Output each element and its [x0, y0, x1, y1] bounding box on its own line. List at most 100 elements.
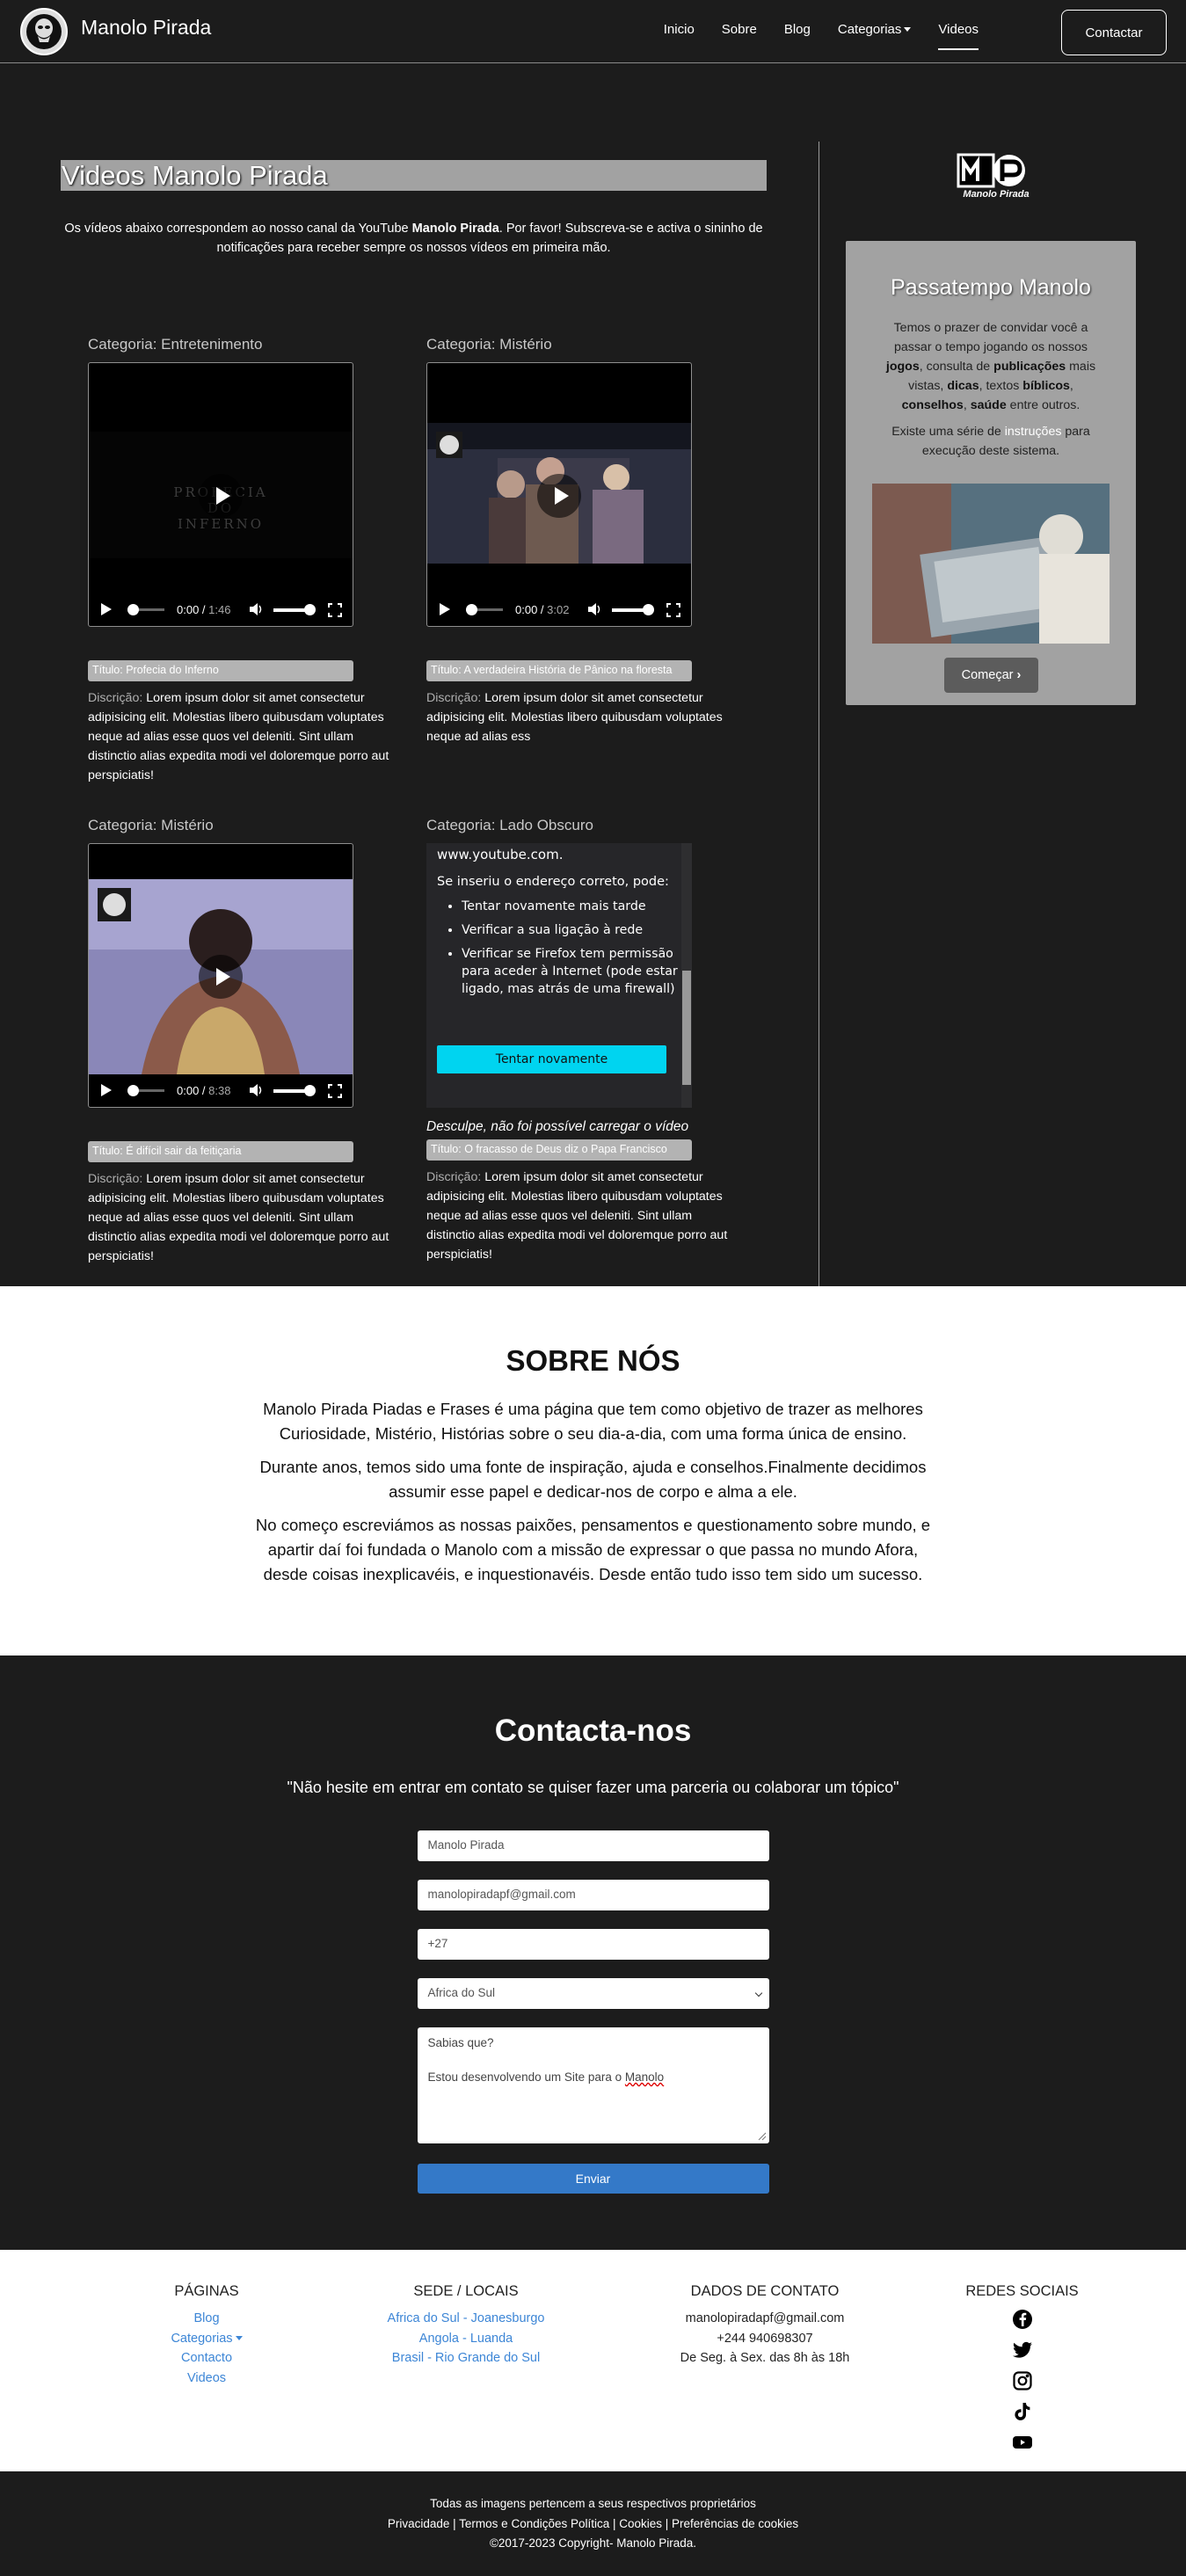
- desc-label: Discrição:: [426, 691, 482, 705]
- caret-down-icon: [235, 2335, 243, 2340]
- facebook-icon[interactable]: [1012, 2309, 1033, 2330]
- intro-channel: Manolo Pirada: [411, 222, 499, 236]
- video-duration: 8:38: [208, 1084, 231, 1097]
- play-overlay-icon[interactable]: [537, 474, 581, 518]
- video-description: Discrição: Lorem ipsum dolor sit amet co…: [88, 688, 404, 785]
- video-category: Categoria: Lado Obscuro: [426, 817, 593, 833]
- send-button[interactable]: Enviar: [417, 2164, 769, 2194]
- nav-link-categorias-label: Categorias: [837, 22, 902, 37]
- message-line: Estou desenvolvendo um Site para o Manol…: [428, 2069, 759, 2085]
- video-category: Categoria: Mistério: [88, 817, 214, 833]
- nav-link-inicio[interactable]: Inicio: [664, 22, 695, 50]
- play-icon[interactable]: [101, 1084, 112, 1096]
- play-overlay-icon[interactable]: [199, 955, 243, 999]
- policy-links[interactable]: Privacidade | Termos e Condições Polític…: [0, 2514, 1186, 2535]
- tiktok-icon[interactable]: [1012, 2401, 1033, 2422]
- video-duration: 1:46: [208, 603, 231, 616]
- volume-slider[interactable]: [612, 608, 647, 612]
- volume-icon[interactable]: [587, 602, 601, 616]
- video-player[interactable]: 0:00 / 8:38: [88, 843, 353, 1108]
- video-category: Categoria: Mistério: [426, 336, 552, 353]
- footer-link-categorias[interactable]: Categorias: [139, 2329, 274, 2349]
- nav-link-categorias[interactable]: Categorias: [838, 22, 912, 50]
- seek-handle[interactable]: [127, 604, 139, 615]
- volume-slider[interactable]: [273, 608, 309, 612]
- fullscreen-icon[interactable]: [666, 603, 680, 617]
- videos-section: Manolo Pirada Videos Manolo Pirada Os ví…: [0, 63, 1186, 1286]
- footer-heading: PÁGINAS: [174, 2283, 239, 2299]
- phone-field[interactable]: +27: [417, 1929, 769, 1960]
- seek-handle[interactable]: [127, 1085, 139, 1096]
- volume-icon[interactable]: [249, 602, 263, 616]
- error-list-item: Verificar a sua ligação à rede: [462, 921, 692, 939]
- start-button-label: Começar: [961, 668, 1014, 682]
- fullscreen-icon[interactable]: [328, 603, 342, 617]
- contact-form: Manolo Pirada manolopiradapf@gmail.com +…: [417, 1830, 769, 2194]
- footer-link-blog[interactable]: Blog: [139, 2309, 274, 2329]
- video-card: Categoria: Mistério 0:00 / 3:02 Título: …: [426, 336, 723, 746]
- videos-title: Videos Manolo Pirada: [61, 160, 767, 191]
- contact-button[interactable]: Contactar: [1061, 10, 1167, 55]
- volume-icon[interactable]: [249, 1083, 263, 1097]
- error-heading: Se inseriu o endereço correto, pode:: [437, 875, 669, 889]
- video-error-frame[interactable]: www.youtube.com. Se inseriu o endereço c…: [426, 843, 692, 1108]
- error-list: Tentar novamente mais tarde Verificar a …: [462, 898, 692, 998]
- footer-email: manolopiradapf@gmail.com: [685, 2311, 845, 2325]
- play-icon[interactable]: [440, 603, 450, 615]
- scrollbar[interactable]: [681, 843, 692, 1108]
- nav-links: Inicio Sobre Blog Categorias Videos: [637, 22, 979, 50]
- fullscreen-icon[interactable]: [328, 1084, 342, 1098]
- footer-link-sede[interactable]: Brasil - Rio Grande do Sul: [369, 2348, 563, 2369]
- email-field[interactable]: manolopiradapf@gmail.com: [417, 1880, 769, 1910]
- play-overlay-icon[interactable]: [199, 474, 243, 518]
- name-field[interactable]: Manolo Pirada: [417, 1830, 769, 1861]
- panel-text-part: , textos: [979, 379, 1023, 393]
- footer-link-videos[interactable]: Videos: [139, 2369, 274, 2389]
- start-button[interactable]: Começar ›: [944, 658, 1038, 693]
- nav-link-blog[interactable]: Blog: [784, 22, 811, 50]
- nav-link-videos[interactable]: Videos: [938, 22, 979, 50]
- message-textarea[interactable]: Sabias que? Estou desenvolvendo um Site …: [417, 2027, 769, 2143]
- nav-link-sobre[interactable]: Sobre: [722, 22, 757, 50]
- footer-link-label: Categorias: [171, 2331, 233, 2346]
- panel-text-bold: conselhos: [901, 398, 964, 412]
- panel-text-bold: dicas: [947, 379, 979, 393]
- youtube-icon[interactable]: [1012, 2432, 1033, 2453]
- footer-hours: De Seg. à Sex. das 8h às 18h: [680, 2351, 850, 2365]
- seek-handle[interactable]: [466, 604, 477, 615]
- volume-handle[interactable]: [304, 604, 316, 615]
- video-player[interactable]: 0:00 / 3:02: [426, 362, 692, 627]
- country-select[interactable]: Africa do Sul: [417, 1978, 769, 2009]
- brand-name[interactable]: Manolo Pirada: [81, 16, 211, 40]
- volume-slider[interactable]: [273, 1089, 309, 1093]
- play-icon[interactable]: [101, 603, 112, 615]
- footer-heading: DADOS DE CONTATO: [690, 2283, 840, 2299]
- about-paragraph: Manolo Pirada Piadas e Frases é uma pági…: [263, 1400, 923, 1443]
- contact-section: Contacta-nos "Não hesite em entrar em co…: [0, 1655, 1186, 2250]
- top-navbar: Manolo Pirada Inicio Sobre Blog Categori…: [0, 0, 1186, 63]
- video-category: Categoria: Entretenimento: [88, 336, 263, 353]
- about-section: SOBRE NÓS Manolo Pirada Piadas e Frases …: [0, 1286, 1186, 1655]
- footer-link-contacto[interactable]: Contacto: [139, 2348, 274, 2369]
- video-error-caption: Desculpe, não foi possível carregar o ví…: [426, 1119, 689, 1134]
- desc-label: Discrição:: [88, 1172, 143, 1186]
- volume-handle[interactable]: [643, 604, 654, 615]
- footer-dados: DADOS DE CONTATO manolopiradapf@gmail.co…: [659, 2283, 870, 2369]
- resize-handle-icon[interactable]: [758, 2132, 767, 2141]
- instructions-link[interactable]: instruções: [1005, 425, 1062, 439]
- video-title: Título: A verdadeira História de Pânico …: [426, 660, 692, 681]
- footer-heading: REDES SOCIAIS: [965, 2283, 1079, 2299]
- footer-link-sede[interactable]: Africa do Sul - Joanesburgo: [369, 2309, 563, 2329]
- twitter-icon[interactable]: [1012, 2340, 1033, 2361]
- chevron-down-icon: [754, 1989, 762, 1997]
- video-description: Discrição: Lorem ipsum dolor sit amet co…: [88, 1169, 404, 1266]
- instagram-icon[interactable]: [1012, 2370, 1033, 2391]
- logo-icon[interactable]: [19, 7, 69, 56]
- scrollbar-thumb[interactable]: [682, 971, 691, 1085]
- video-title: Título: Profecia do Inferno: [88, 660, 353, 681]
- volume-handle[interactable]: [304, 1085, 316, 1096]
- video-player[interactable]: PROFECIA DO INFERNO 0:00 / 1:46: [88, 362, 353, 627]
- footer-heading: SEDE / LOCAIS: [413, 2283, 519, 2299]
- footer-link-sede[interactable]: Angola - Luanda: [369, 2329, 563, 2349]
- retry-button[interactable]: Tentar novamente: [437, 1045, 666, 1073]
